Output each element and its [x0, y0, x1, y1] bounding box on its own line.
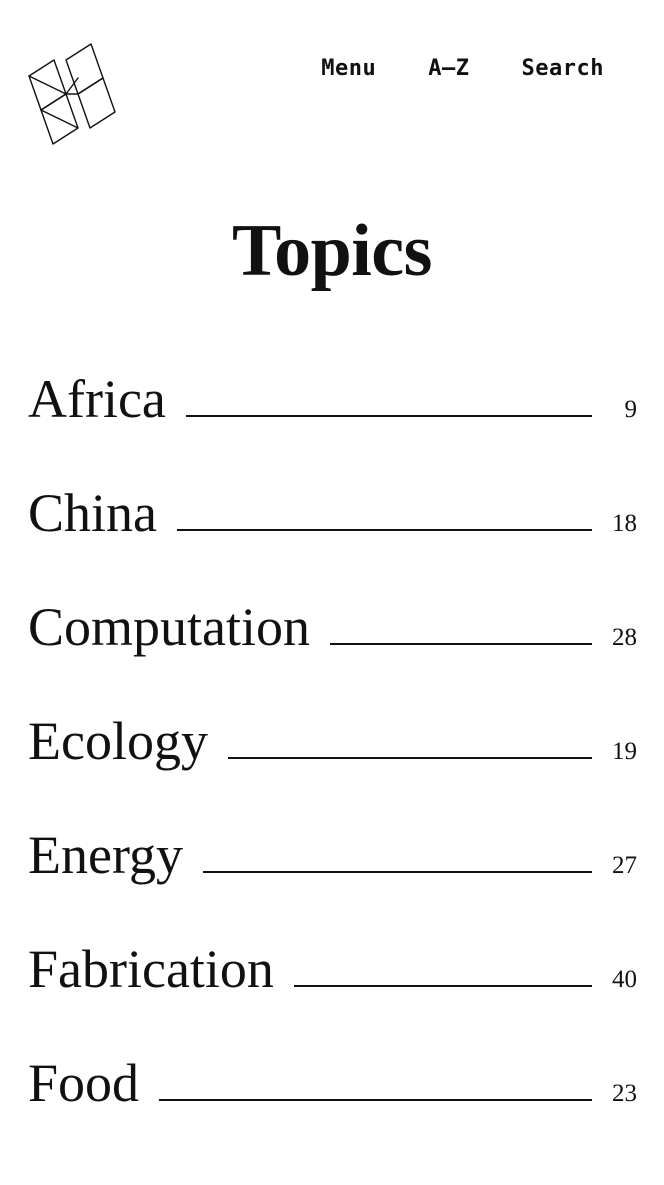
topic-count: 19 [612, 738, 637, 765]
leader-line [177, 529, 592, 531]
topic-name: Energy [28, 825, 183, 885]
topic-count: 28 [612, 624, 637, 651]
topic-name: China [28, 483, 157, 543]
leader-line [185, 415, 592, 417]
topic-count: 9 [624, 396, 638, 423]
nav-item-a-z[interactable]: A–Z [428, 58, 469, 80]
nav-item-search[interactable]: Search [522, 58, 604, 80]
leader-line [293, 985, 592, 987]
topic-row[interactable]: Africa 9 [0, 372, 664, 486]
leader-line [330, 643, 592, 645]
topic-count: 18 [612, 510, 637, 537]
topic-name: Computation [28, 597, 310, 657]
topic-count: 27 [612, 852, 637, 879]
topic-row[interactable]: Energy 27 [0, 828, 664, 942]
page-title: Topics [232, 210, 432, 292]
main-nav: Menu A–Z Search [0, 58, 638, 80]
leader-line [227, 757, 592, 759]
topic-count: 40 [612, 966, 637, 993]
topic-row[interactable]: Fabrication 40 [0, 942, 664, 1056]
brand-logo-link[interactable] [26, 34, 118, 154]
leader-line [159, 1099, 592, 1101]
nav-item-menu[interactable]: Menu [321, 58, 376, 80]
lattice-logo-icon [26, 34, 118, 154]
topic-name: Fabrication [28, 939, 274, 999]
topic-row[interactable]: Computation 28 [0, 600, 664, 714]
site-header: Menu A–Z Search [0, 0, 664, 170]
topics-list: Africa 9 China 18 Computation 28 Ecology… [0, 372, 664, 1170]
topic-name: Food [28, 1053, 140, 1113]
topic-name: Africa [28, 369, 166, 429]
topic-row[interactable]: Ecology 19 [0, 714, 664, 828]
topic-row[interactable]: Food 23 [0, 1056, 664, 1170]
topic-name: Ecology [28, 711, 208, 771]
leader-line [202, 871, 592, 873]
topic-row[interactable]: China 18 [0, 486, 664, 600]
topic-count: 23 [612, 1080, 637, 1107]
